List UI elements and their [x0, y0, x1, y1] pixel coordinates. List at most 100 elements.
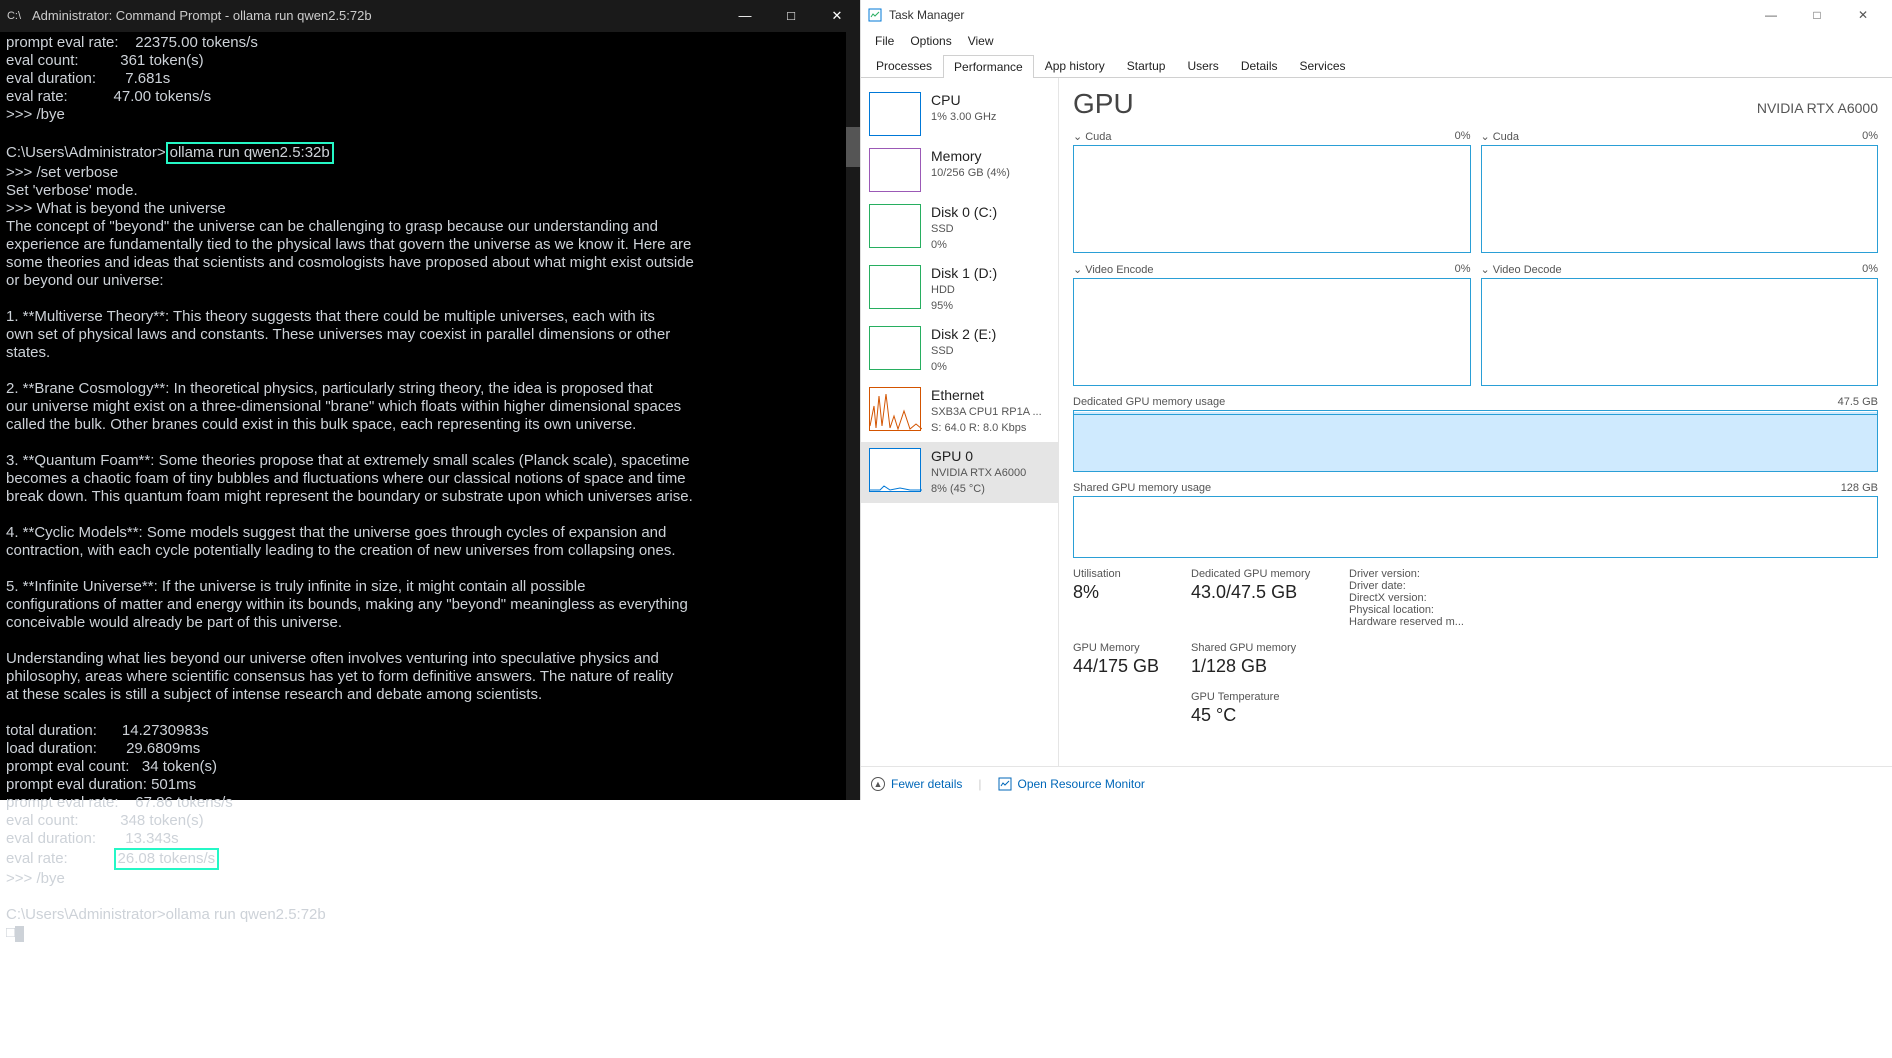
gpu-heading: GPU — [1073, 88, 1134, 120]
sidebar-item-ethernet[interactable]: EthernetSXB3A CPU1 RP1A ... S: 64.0 R: 8… — [861, 381, 1058, 442]
driver-date-label: Driver date: — [1349, 580, 1878, 592]
gpu-mem-label: GPU Memory — [1073, 642, 1173, 654]
gpu-engine-graph-video-decode: Video Decode0% — [1481, 263, 1879, 386]
graph-plot — [1073, 145, 1471, 253]
dedicated-label: Dedicated GPU memory usage — [1073, 396, 1225, 408]
engine-pct: 0% — [1862, 130, 1878, 143]
sidebar-title: Disk 0 (C:) — [931, 204, 997, 220]
engine-pct: 0% — [1455, 263, 1471, 276]
task-manager-window: Task Manager ― □ ✕ File Options View Pro… — [860, 0, 1892, 800]
dedicated-gpu-mem-graph: Dedicated GPU memory usage 47.5 GB — [1073, 396, 1878, 472]
command-prompt-window: C:\ Administrator: Command Prompt - olla… — [0, 0, 860, 800]
tm-titlebar[interactable]: Task Manager ― □ ✕ — [861, 0, 1892, 30]
engine-selector[interactable]: Cuda — [1481, 130, 1520, 143]
sidebar-title: Memory — [931, 148, 1010, 164]
cmd-icon: C:\ — [0, 7, 28, 25]
tab-performance[interactable]: Performance — [943, 55, 1034, 78]
sidebar-title: Disk 2 (E:) — [931, 326, 996, 342]
engine-selector[interactable]: Cuda — [1073, 130, 1112, 143]
sidebar-title: CPU — [931, 92, 996, 108]
close-button[interactable]: ✕ — [814, 0, 860, 32]
dedicated-mem-value: 43.0/47.5 GB — [1191, 582, 1331, 603]
dedicated-mem-label: Dedicated GPU memory — [1191, 568, 1331, 580]
dedicated-right: 47.5 GB — [1838, 396, 1878, 408]
minimize-button[interactable]: ― — [722, 0, 768, 32]
tab-startup[interactable]: Startup — [1116, 54, 1177, 77]
sidebar-sub: NVIDIA RTX A6000 8% (45 °C) — [931, 465, 1026, 497]
tab-app-history[interactable]: App history — [1034, 54, 1116, 77]
sparkline-icon — [869, 387, 921, 431]
driver-version-label: Driver version: — [1349, 568, 1878, 580]
shared-mem-value: 1/128 GB — [1191, 656, 1331, 677]
sidebar-sub: HDD 95% — [931, 282, 997, 314]
sidebar-sub: 10/256 GB (4%) — [931, 165, 1010, 181]
resource-monitor-icon — [998, 777, 1012, 791]
gpu-engine-graph-video-encode: Video Encode 0% — [1073, 263, 1471, 386]
sparkline-icon — [869, 92, 921, 136]
sidebar-item-disk-1-d-[interactable]: Disk 1 (D:)HDD 95% — [861, 259, 1058, 320]
sidebar-item-disk-2-e-[interactable]: Disk 2 (E:)SSD 0% — [861, 320, 1058, 381]
gpu-stats: Utilisation8% Dedicated GPU memory43.0/4… — [1073, 568, 1878, 726]
util-label: Utilisation — [1073, 568, 1173, 580]
graph-plot — [1073, 496, 1878, 558]
maximize-button[interactable]: □ — [768, 0, 814, 32]
cmd-window-title: Administrator: Command Prompt - ollama r… — [28, 7, 722, 25]
sparkline-icon — [869, 204, 921, 248]
gpu-temp-value: 45 °C — [1191, 705, 1331, 726]
tab-users[interactable]: Users — [1176, 54, 1229, 77]
cmd-scroll-thumb[interactable] — [846, 127, 860, 167]
sidebar-item-gpu-0[interactable]: GPU 0NVIDIA RTX A6000 8% (45 °C) — [861, 442, 1058, 503]
cmd-titlebar[interactable]: C:\ Administrator: Command Prompt - olla… — [0, 0, 860, 32]
tab-services[interactable]: Services — [1289, 54, 1357, 77]
tm-footer: ▲Fewer details | Open Resource Monitor — [861, 766, 1892, 800]
sidebar-sub: SSD 0% — [931, 221, 997, 253]
minimize-button[interactable]: ― — [1748, 0, 1794, 30]
gpu-engine-graph-cuda: Cuda0% — [1073, 130, 1471, 253]
sparkline-icon — [869, 148, 921, 192]
tm-window-title: Task Manager — [889, 8, 964, 22]
tab-details[interactable]: Details — [1230, 54, 1289, 77]
sidebar-sub: SSD 0% — [931, 343, 996, 375]
shared-mem-label: Shared GPU memory — [1191, 642, 1331, 654]
sidebar-sub: SXB3A CPU1 RP1A ... S: 64.0 R: 8.0 Kbps — [931, 404, 1042, 436]
menu-file[interactable]: File — [867, 32, 902, 50]
cmd-output[interactable]: prompt eval rate: 22375.00 tokens/s eval… — [0, 32, 860, 944]
cmd-text-post: >>> /bye C:\Users\Administrator>ollama r… — [6, 870, 326, 923]
sidebar-title: Ethernet — [931, 387, 1042, 403]
sidebar-sub: 1% 3.00 GHz — [931, 109, 996, 125]
physical-location-label: Physical location: — [1349, 604, 1878, 616]
sparkline-icon — [869, 326, 921, 370]
close-button[interactable]: ✕ — [1840, 0, 1886, 30]
menu-view[interactable]: View — [960, 32, 1002, 50]
engine-selector[interactable]: Video Decode — [1481, 263, 1562, 276]
tm-content: CPU1% 3.00 GHzMemory10/256 GB (4%)Disk 0… — [861, 78, 1892, 766]
task-manager-icon — [867, 7, 883, 23]
gpu-engine-graph-cuda: Cuda 0% — [1481, 130, 1879, 253]
sidebar-item-cpu[interactable]: CPU1% 3.00 GHz — [861, 86, 1058, 142]
tm-menubar: File Options View — [861, 30, 1892, 52]
menu-options[interactable]: Options — [902, 32, 959, 50]
shared-gpu-mem-graph: Shared GPU memory usage128 GB — [1073, 482, 1878, 558]
tab-processes[interactable]: Processes — [865, 54, 943, 77]
cmd-scrollbar[interactable] — [846, 32, 860, 800]
maximize-button[interactable]: □ — [1794, 0, 1840, 30]
sparkline-icon — [869, 448, 921, 492]
directx-version-label: DirectX version: — [1349, 592, 1878, 604]
gpu-engine-graphs: Cuda0%Cuda0%Video Encode0%Video Decode0% — [1073, 130, 1878, 386]
shared-label: Shared GPU memory usage — [1073, 482, 1211, 494]
tm-tabs: Processes Performance App history Startu… — [861, 52, 1892, 78]
gpu-model: NVIDIA RTX A6000 — [1757, 100, 1878, 116]
tm-main: GPU NVIDIA RTX A6000 Cuda0%Cuda0%Video E… — [1059, 78, 1892, 766]
open-resource-monitor-link[interactable]: Open Resource Monitor — [998, 777, 1145, 791]
graph-plot — [1073, 410, 1878, 472]
graph-plot — [1073, 278, 1471, 386]
highlight-eval-rate: 26.08 tokens/s — [114, 848, 220, 870]
sparkline-icon — [869, 265, 921, 309]
sidebar-item-memory[interactable]: Memory10/256 GB (4%) — [861, 142, 1058, 198]
gpu-mem-value: 44/175 GB — [1073, 656, 1173, 677]
engine-selector[interactable]: Video Encode — [1073, 263, 1154, 276]
cmd-text-main: >>> /set verbose Set 'verbose' mode. >>>… — [6, 164, 694, 867]
graph-plot — [1481, 278, 1879, 386]
sidebar-item-disk-0-c-[interactable]: Disk 0 (C:)SSD 0% — [861, 198, 1058, 259]
fewer-details-link[interactable]: ▲Fewer details — [871, 777, 962, 791]
